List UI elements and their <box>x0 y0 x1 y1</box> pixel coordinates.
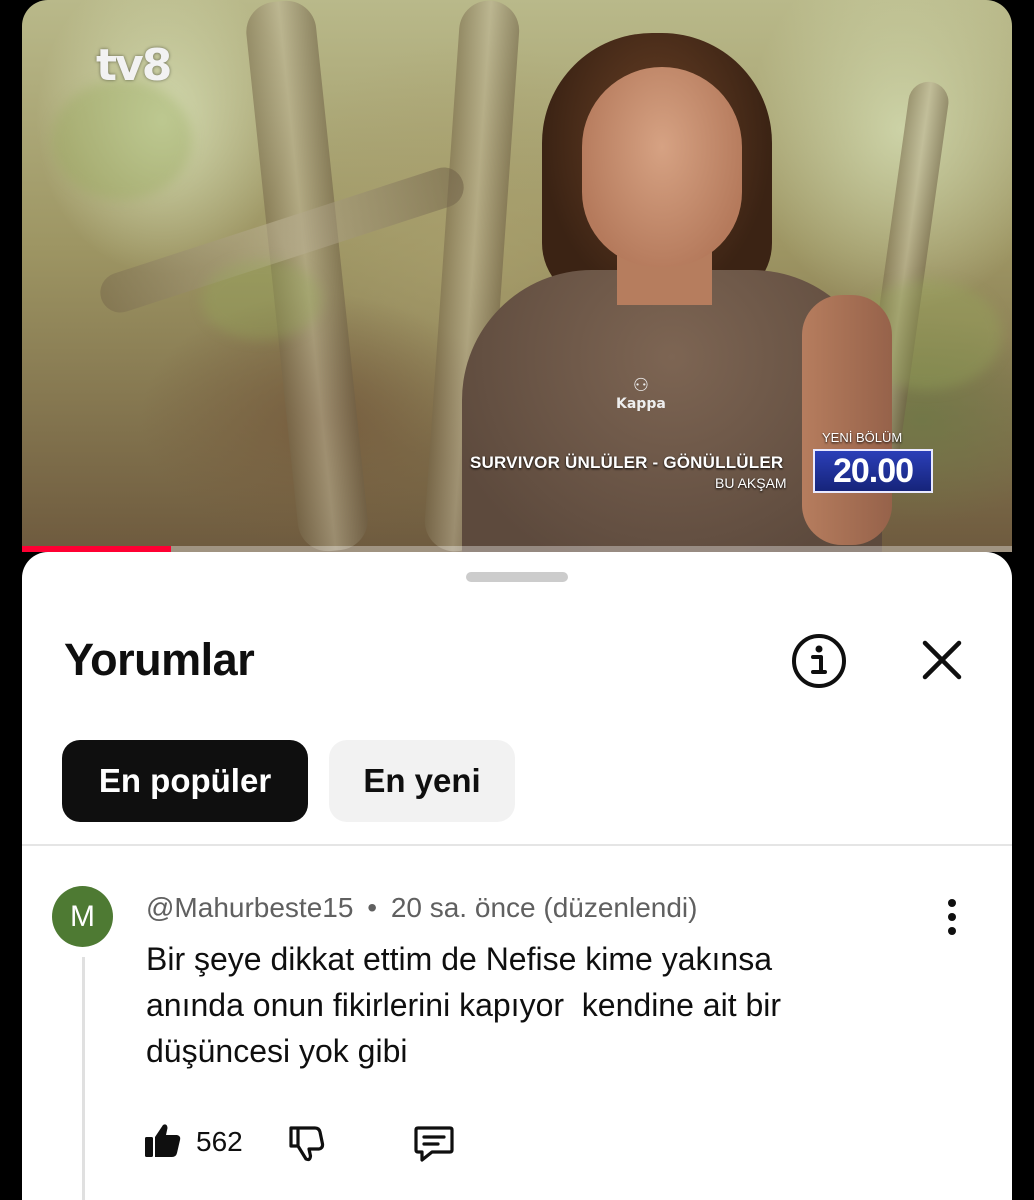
dislike-button[interactable] <box>286 1122 328 1164</box>
more-vertical-icon <box>948 899 956 935</box>
promo-show-title: SURVIVOR ÜNLÜLER - GÖNÜLLÜLER <box>470 453 784 472</box>
reply-button[interactable] <box>412 1122 456 1164</box>
comment-meta: @Mahurbeste15 • 20 sa. önce (düzenlendi) <box>146 892 697 924</box>
brand-logo: ⚇ Kappa <box>616 375 666 412</box>
info-icon <box>792 634 846 688</box>
promo-time: 20.00 <box>813 449 933 493</box>
promo-tonight: BU AKŞAM <box>715 475 787 491</box>
comment-actions: 562 <box>142 1118 542 1166</box>
sort-chip-newest[interactable]: En yeni <box>329 740 515 822</box>
close-button[interactable] <box>916 634 968 686</box>
promo-new-episode: YENİ BÖLÜM <box>822 430 903 445</box>
like-button[interactable] <box>142 1120 184 1162</box>
thumbs-down-icon <box>289 1126 325 1162</box>
avatar[interactable]: M <box>52 886 113 947</box>
sheet-title: Yorumlar <box>64 634 255 685</box>
comment-time: 20 sa. önce (düzenlendi) <box>390 892 698 923</box>
comment-text: Bir şeye dikkat ettim de Nefise kime yak… <box>146 936 926 1074</box>
divider <box>22 844 1012 846</box>
brand-logo-text: Kappa <box>616 396 666 412</box>
video-player[interactable]: tv8 ⚇ Kappa YENİ BÖLÜM SURVIVOR ÜNLÜLER … <box>22 0 1012 552</box>
info-button[interactable] <box>790 632 848 690</box>
comment-text-line: anında onun fikirlerini kapıyor kendine … <box>146 987 782 1023</box>
reply-icon <box>414 1126 454 1162</box>
thread-line <box>82 957 85 1200</box>
close-icon <box>922 640 962 680</box>
face <box>582 67 742 267</box>
channel-logo: tv8 <box>96 40 172 91</box>
sort-chip-popular[interactable]: En popüler <box>62 740 308 822</box>
more-options-button[interactable] <box>932 894 972 940</box>
comment-text-line: Bir şeye dikkat ettim de Nefise kime yak… <box>146 941 773 977</box>
kappa-icon: ⚇ <box>632 375 649 396</box>
foliage <box>202 260 322 340</box>
meta-separator: • <box>367 892 378 923</box>
comment-author[interactable]: @Mahurbeste15 <box>146 892 353 923</box>
comments-sheet: Yorumlar En popüler En yeni M @Mahurbest… <box>22 552 1012 1200</box>
arm <box>802 295 892 545</box>
foliage <box>52 80 192 200</box>
comment-text-line: düşüncesi yok gibi <box>146 1033 408 1069</box>
like-count: 562 <box>196 1126 243 1157</box>
thumbs-up-icon <box>145 1124 181 1157</box>
drag-handle[interactable] <box>466 572 568 582</box>
